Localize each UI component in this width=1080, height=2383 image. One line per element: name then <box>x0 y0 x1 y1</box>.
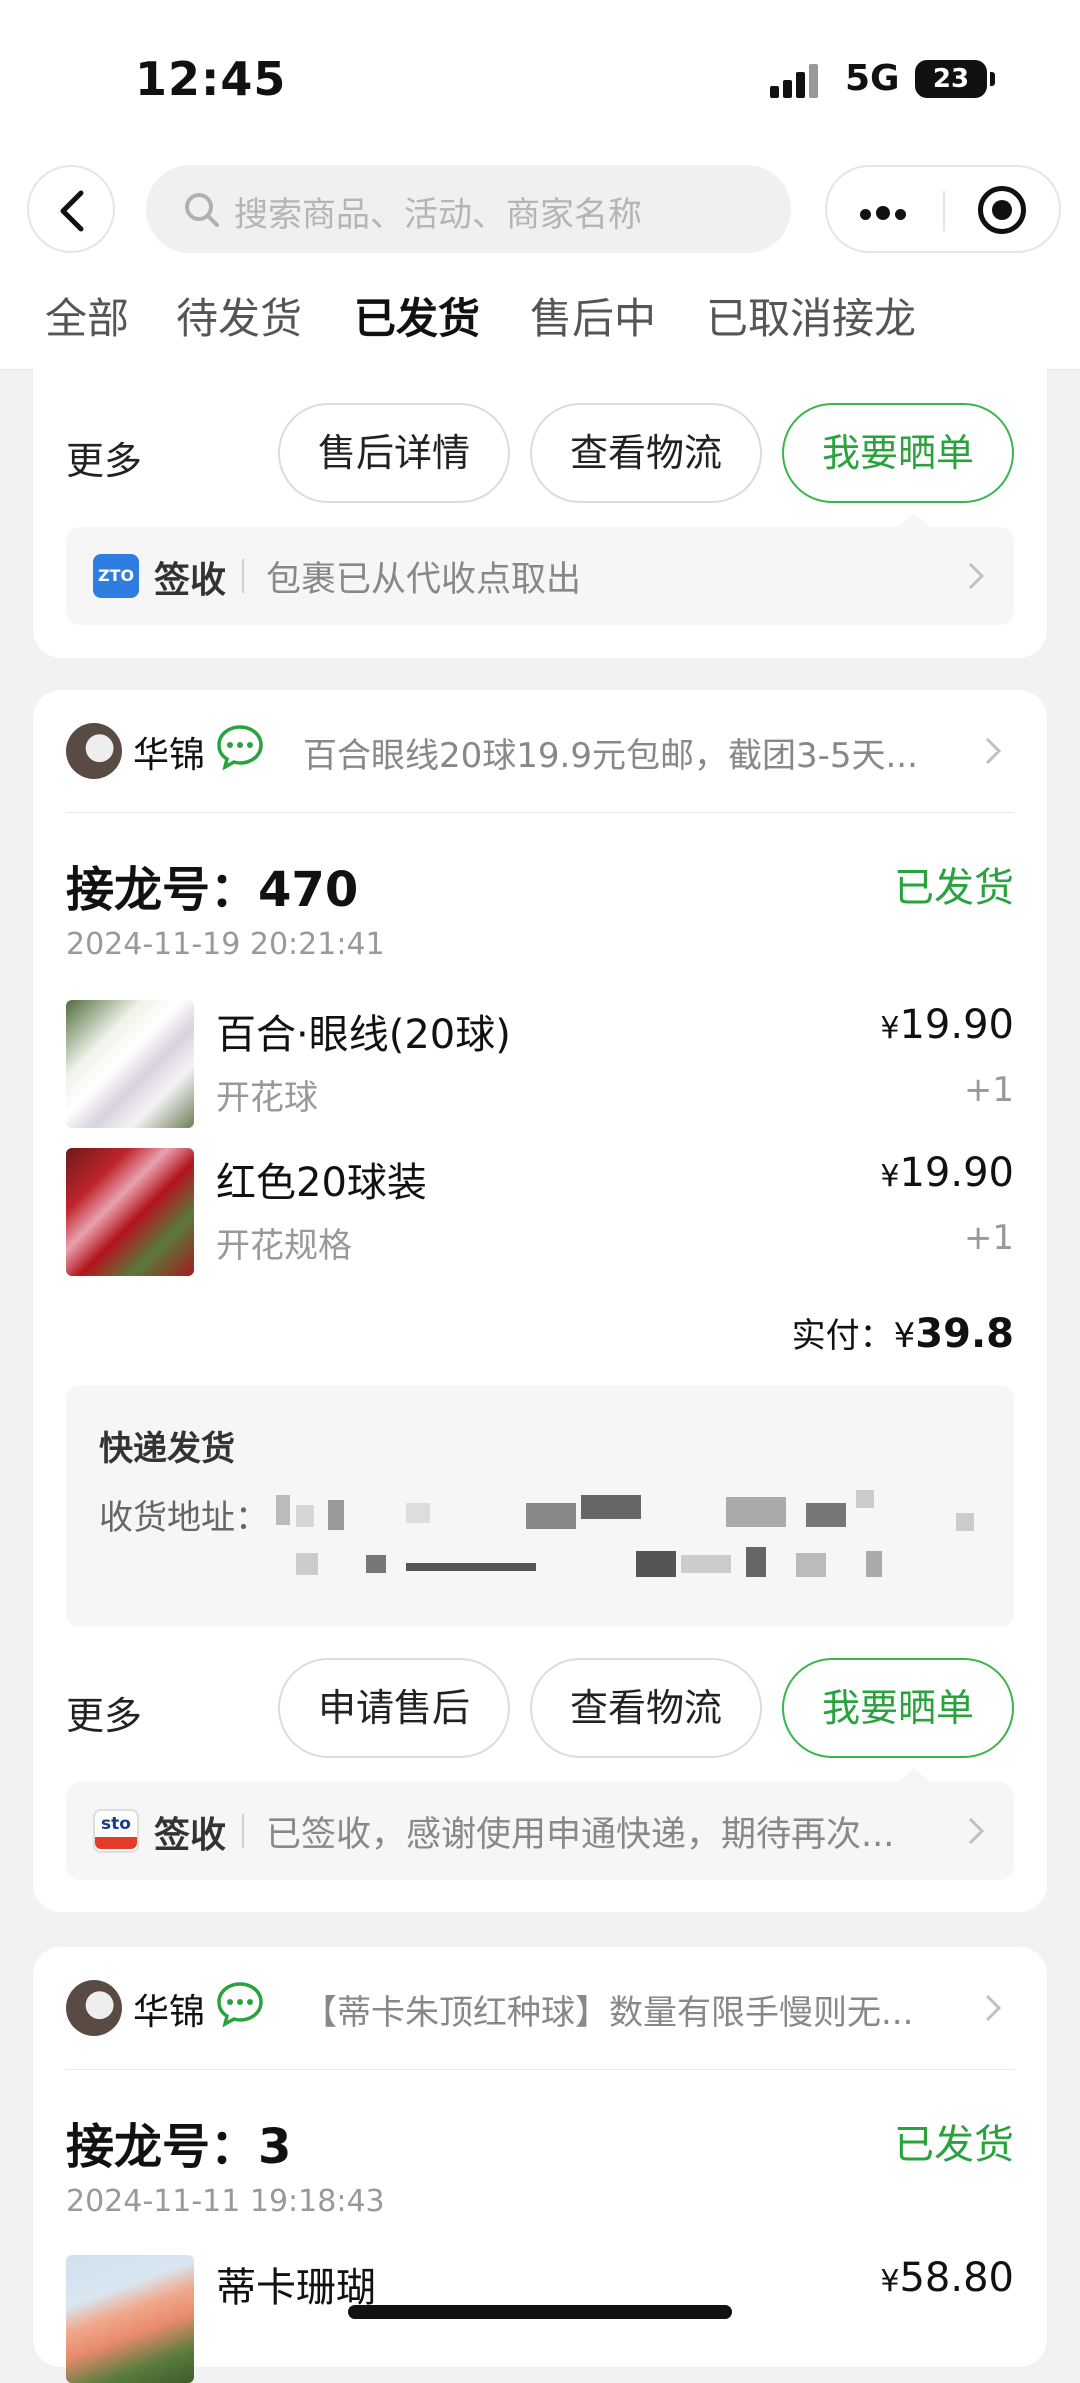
apply-after-sales-button[interactable]: 申请售后 <box>278 1658 510 1758</box>
close-target-icon[interactable] <box>978 186 1026 234</box>
address-label: 收货地址： <box>99 1498 269 1538</box>
chevron-left-icon <box>60 190 84 232</box>
product-spec: 开花球 <box>216 1078 318 1118</box>
status-badge: 已发货 <box>894 865 1014 911</box>
currency-symbol: ¥ <box>880 1011 900 1046</box>
tracking-divider <box>242 1814 244 1848</box>
tracking-notch <box>898 1768 930 1782</box>
clock: 12:45 <box>135 52 287 106</box>
product-quantity: +1 <box>963 1218 1014 1258</box>
order-timestamp: 2024-11-19 20:21:41 <box>66 927 385 962</box>
more-label[interactable]: 更多 <box>66 430 142 485</box>
currency-symbol: ¥ <box>880 1159 900 1194</box>
chevron-right-icon <box>985 737 1002 765</box>
order-card: 华锦 【蒂卡朱顶红种球】数量有限手慢则无... 接龙号：3 已发货 2024-1… <box>33 1947 1047 2383</box>
more-icon[interactable] <box>860 205 911 224</box>
network-type: 5G <box>845 58 900 99</box>
after-sales-detail-button[interactable]: 售后详情 <box>278 403 510 503</box>
order-number: 接龙号：470 <box>66 850 358 920</box>
back-button[interactable] <box>27 165 115 253</box>
product-name[interactable]: 红色20球装 <box>216 1150 427 1208</box>
paid-total: 实付：¥39.8 <box>792 1308 1014 1357</box>
avatar <box>66 1980 122 2036</box>
sto-logo-icon: sto <box>93 1809 139 1853</box>
tab-shipped[interactable]: 已发货 <box>354 285 480 346</box>
shop-name: 华锦 <box>133 1992 206 2033</box>
tracking-text: 包裹已从代收点取出 <box>266 560 582 600</box>
tab-pending-shipment[interactable]: 待发货 <box>176 285 302 346</box>
share-review-button[interactable]: 我要晒单 <box>782 403 1014 503</box>
product-price: ¥19.90 <box>880 1002 1014 1048</box>
signal-icon <box>770 62 826 98</box>
chevron-right-icon <box>968 562 985 590</box>
view-logistics-button[interactable]: 查看物流 <box>530 403 762 503</box>
order-number: 接龙号：3 <box>66 2107 291 2177</box>
zto-logo-icon: ZTO <box>93 554 139 598</box>
currency-symbol: ¥ <box>880 2264 900 2299</box>
tracking-status: 签收 <box>154 560 227 601</box>
capsule-divider <box>943 191 945 231</box>
mini-program-capsule <box>825 165 1061 253</box>
paid-amount: 39.8 <box>915 1311 1014 1357</box>
tracking-text: 已签收，感谢使用申通快递，期待再次... <box>266 1815 895 1855</box>
chat-icon[interactable] <box>215 1979 265 2029</box>
order-card: 华锦 百合眼线20球19.9元包邮，截团3-5天... 接龙号：470 已发货 … <box>33 690 1047 1912</box>
tracking-notch <box>898 513 930 527</box>
battery-icon: 23 <box>915 60 987 98</box>
tab-cancelled[interactable]: 已取消接龙 <box>706 285 916 346</box>
product-price-value: 19.90 <box>899 1150 1014 1196</box>
product-image-lily-white[interactable] <box>66 1000 194 1128</box>
chevron-right-icon <box>968 1817 985 1845</box>
product-image-lily-red[interactable] <box>66 1148 194 1276</box>
chat-icon[interactable] <box>215 722 265 772</box>
status-badge: 已发货 <box>894 2122 1014 2168</box>
group-buy-description: 百合眼线20球19.9元包邮，截团3-5天... <box>303 736 918 776</box>
tracking-status: 签收 <box>154 1815 227 1856</box>
tracking-divider <box>242 559 244 593</box>
tracking-row[interactable]: ZTO 签收 包裹已从代收点取出 <box>66 513 1014 625</box>
shipping-method: 快递发货 <box>99 1429 235 1469</box>
sto-logo-text: sto <box>101 1814 131 1834</box>
battery-nub <box>990 72 995 86</box>
product-price: ¥58.80 <box>880 2255 1014 2301</box>
shop-name: 华锦 <box>133 735 206 776</box>
tab-after-sales[interactable]: 售后中 <box>530 285 656 346</box>
product-price-value: 58.80 <box>899 2255 1014 2301</box>
order-timestamp: 2024-11-11 19:18:43 <box>66 2184 385 2219</box>
order-number-label: 接龙号： <box>66 2119 259 2175</box>
tab-all[interactable]: 全部 <box>45 285 129 346</box>
search-input[interactable]: 搜索商品、活动、商家名称 <box>146 165 791 253</box>
order-card: 更多 售后详情 查看物流 我要晒单 ZTO 签收 包裹已从代收点取出 <box>33 345 1047 658</box>
product-quantity: +1 <box>963 1070 1014 1110</box>
home-indicator[interactable] <box>348 2305 732 2319</box>
group-buy-description: 【蒂卡朱顶红种球】数量有限手慢则无... <box>303 1993 914 2033</box>
order-number-label: 接龙号： <box>66 862 259 918</box>
product-price-value: 19.90 <box>899 1002 1014 1048</box>
paid-label: 实付：¥ <box>791 1316 916 1356</box>
tracking-row[interactable]: sto 签收 已签收，感谢使用申通快递，期待再次... <box>66 1768 1014 1880</box>
product-spec: 开花规格 <box>216 1226 352 1266</box>
status-bar: 12:45 5G 23 <box>0 0 1080 160</box>
share-review-button[interactable]: 我要晒单 <box>782 1658 1014 1758</box>
more-label[interactable]: 更多 <box>66 1685 142 1740</box>
order-number-value: 470 <box>258 862 359 918</box>
header: 搜索商品、活动、商家名称 全部 待发货 已发货 售后中 已取消接龙 <box>0 160 1080 370</box>
chevron-right-icon <box>985 1994 1002 2022</box>
search-icon <box>185 193 219 227</box>
shop-row[interactable]: 华锦 百合眼线20球19.9元包邮，截团3-5天... <box>33 690 1047 813</box>
product-price: ¥19.90 <box>880 1150 1014 1196</box>
shipping-info: 快递发货 收货地址： <box>66 1385 1014 1627</box>
product-name[interactable]: 百合·眼线(20球) <box>216 1002 511 1060</box>
order-number-value: 3 <box>258 2119 292 2175</box>
shop-row[interactable]: 华锦 【蒂卡朱顶红种球】数量有限手慢则无... <box>33 1947 1047 2070</box>
search-placeholder: 搜索商品、活动、商家名称 <box>234 195 642 235</box>
view-logistics-button[interactable]: 查看物流 <box>530 1658 762 1758</box>
product-image-amaryllis[interactable] <box>66 2255 194 2383</box>
avatar <box>66 723 122 779</box>
